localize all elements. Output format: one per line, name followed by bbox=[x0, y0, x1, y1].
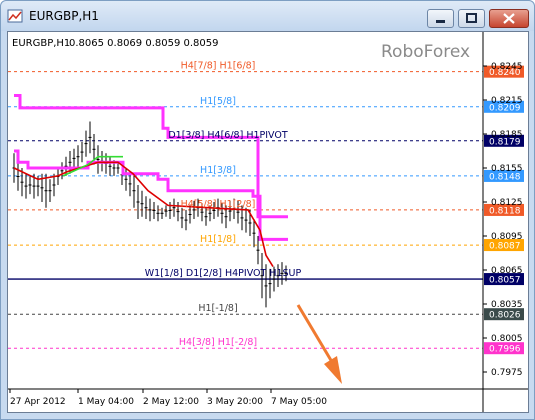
y-tick-label: 0.8005 bbox=[491, 334, 523, 344]
price-tag-value: 0.8087 bbox=[489, 242, 521, 252]
x-tick-label: 2 May 12:00 bbox=[143, 397, 199, 407]
y-tick-label: 0.8095 bbox=[491, 232, 523, 242]
chart-app-icon bbox=[7, 9, 23, 23]
chart-window: EURGBP,H1 H4[7/8] H1[6/8] 0.8240 H1[5/8] 0.… bbox=[0, 0, 535, 420]
y-tick-label: 0.8035 bbox=[491, 300, 523, 310]
watermark-logo: RoboForex bbox=[381, 42, 470, 62]
price-tag-value: 0.8057 bbox=[489, 276, 521, 286]
price-tag-value: 0.7996 bbox=[489, 345, 521, 355]
y-tick-label: 0.8215 bbox=[491, 96, 523, 106]
close-button[interactable] bbox=[489, 9, 529, 28]
level-label: D1[3/8] H4[6/8] H1PIVOT bbox=[168, 130, 288, 141]
y-tick-label: 0.8185 bbox=[491, 130, 523, 140]
minimize-button[interactable] bbox=[427, 9, 454, 28]
symbol-label: EURGBP,H1 bbox=[12, 38, 70, 49]
x-tick-label: 1 May 04:00 bbox=[78, 397, 134, 407]
level-label: W1[1/8] D1[2/8] H4PIVOT H1SUP bbox=[145, 268, 302, 279]
price-chart[interactable]: H4[7/8] H1[6/8]0.8240H1[5/8]0.8209D1[3/8… bbox=[8, 32, 528, 412]
window-title: EURGBP,H1 bbox=[29, 9, 99, 23]
level-label: H4[7/8] H1[6/8] bbox=[181, 61, 256, 72]
level-label: H1[3/8] bbox=[200, 165, 236, 176]
y-tick-label: 0.8155 bbox=[491, 164, 523, 174]
price-tag-value: 0.8026 bbox=[489, 311, 521, 321]
x-tick-label: 7 May 05:00 bbox=[271, 397, 327, 407]
level-label: H1[5/8] bbox=[200, 96, 236, 107]
close-icon bbox=[503, 13, 515, 24]
maximize-button[interactable] bbox=[458, 9, 485, 28]
x-tick-label: 27 Apr 2012 bbox=[10, 397, 66, 407]
forecast-arrow-icon bbox=[296, 304, 342, 384]
y-tick-label: 0.7975 bbox=[491, 368, 523, 378]
level-label: H4[3/8] H1[-2/8] bbox=[179, 337, 257, 348]
level-label: H1[-1/8] bbox=[198, 303, 237, 314]
y-tick-label: 0.8125 bbox=[491, 198, 523, 208]
chart-area[interactable]: H4[7/8] H1[6/8] 0.8240 H1[5/8] 0.8209 D1[3/8… bbox=[7, 31, 529, 413]
level-label: H4[5/8] H1[2/8] bbox=[181, 199, 256, 210]
y-tick-label: 0.8065 bbox=[491, 266, 523, 276]
ohlc-values: 0.8065 0.8069 0.8059 0.8059 bbox=[69, 38, 219, 49]
restore-icon bbox=[466, 13, 477, 23]
level-label: H1[1/8] bbox=[200, 234, 236, 245]
title-bar[interactable]: EURGBP,H1 bbox=[1, 1, 534, 31]
lower-band-line bbox=[14, 149, 288, 241]
x-tick-label: 3 May 20:00 bbox=[207, 397, 263, 407]
y-tick-label: 0.8245 bbox=[491, 62, 523, 72]
minimize-icon bbox=[436, 20, 445, 23]
